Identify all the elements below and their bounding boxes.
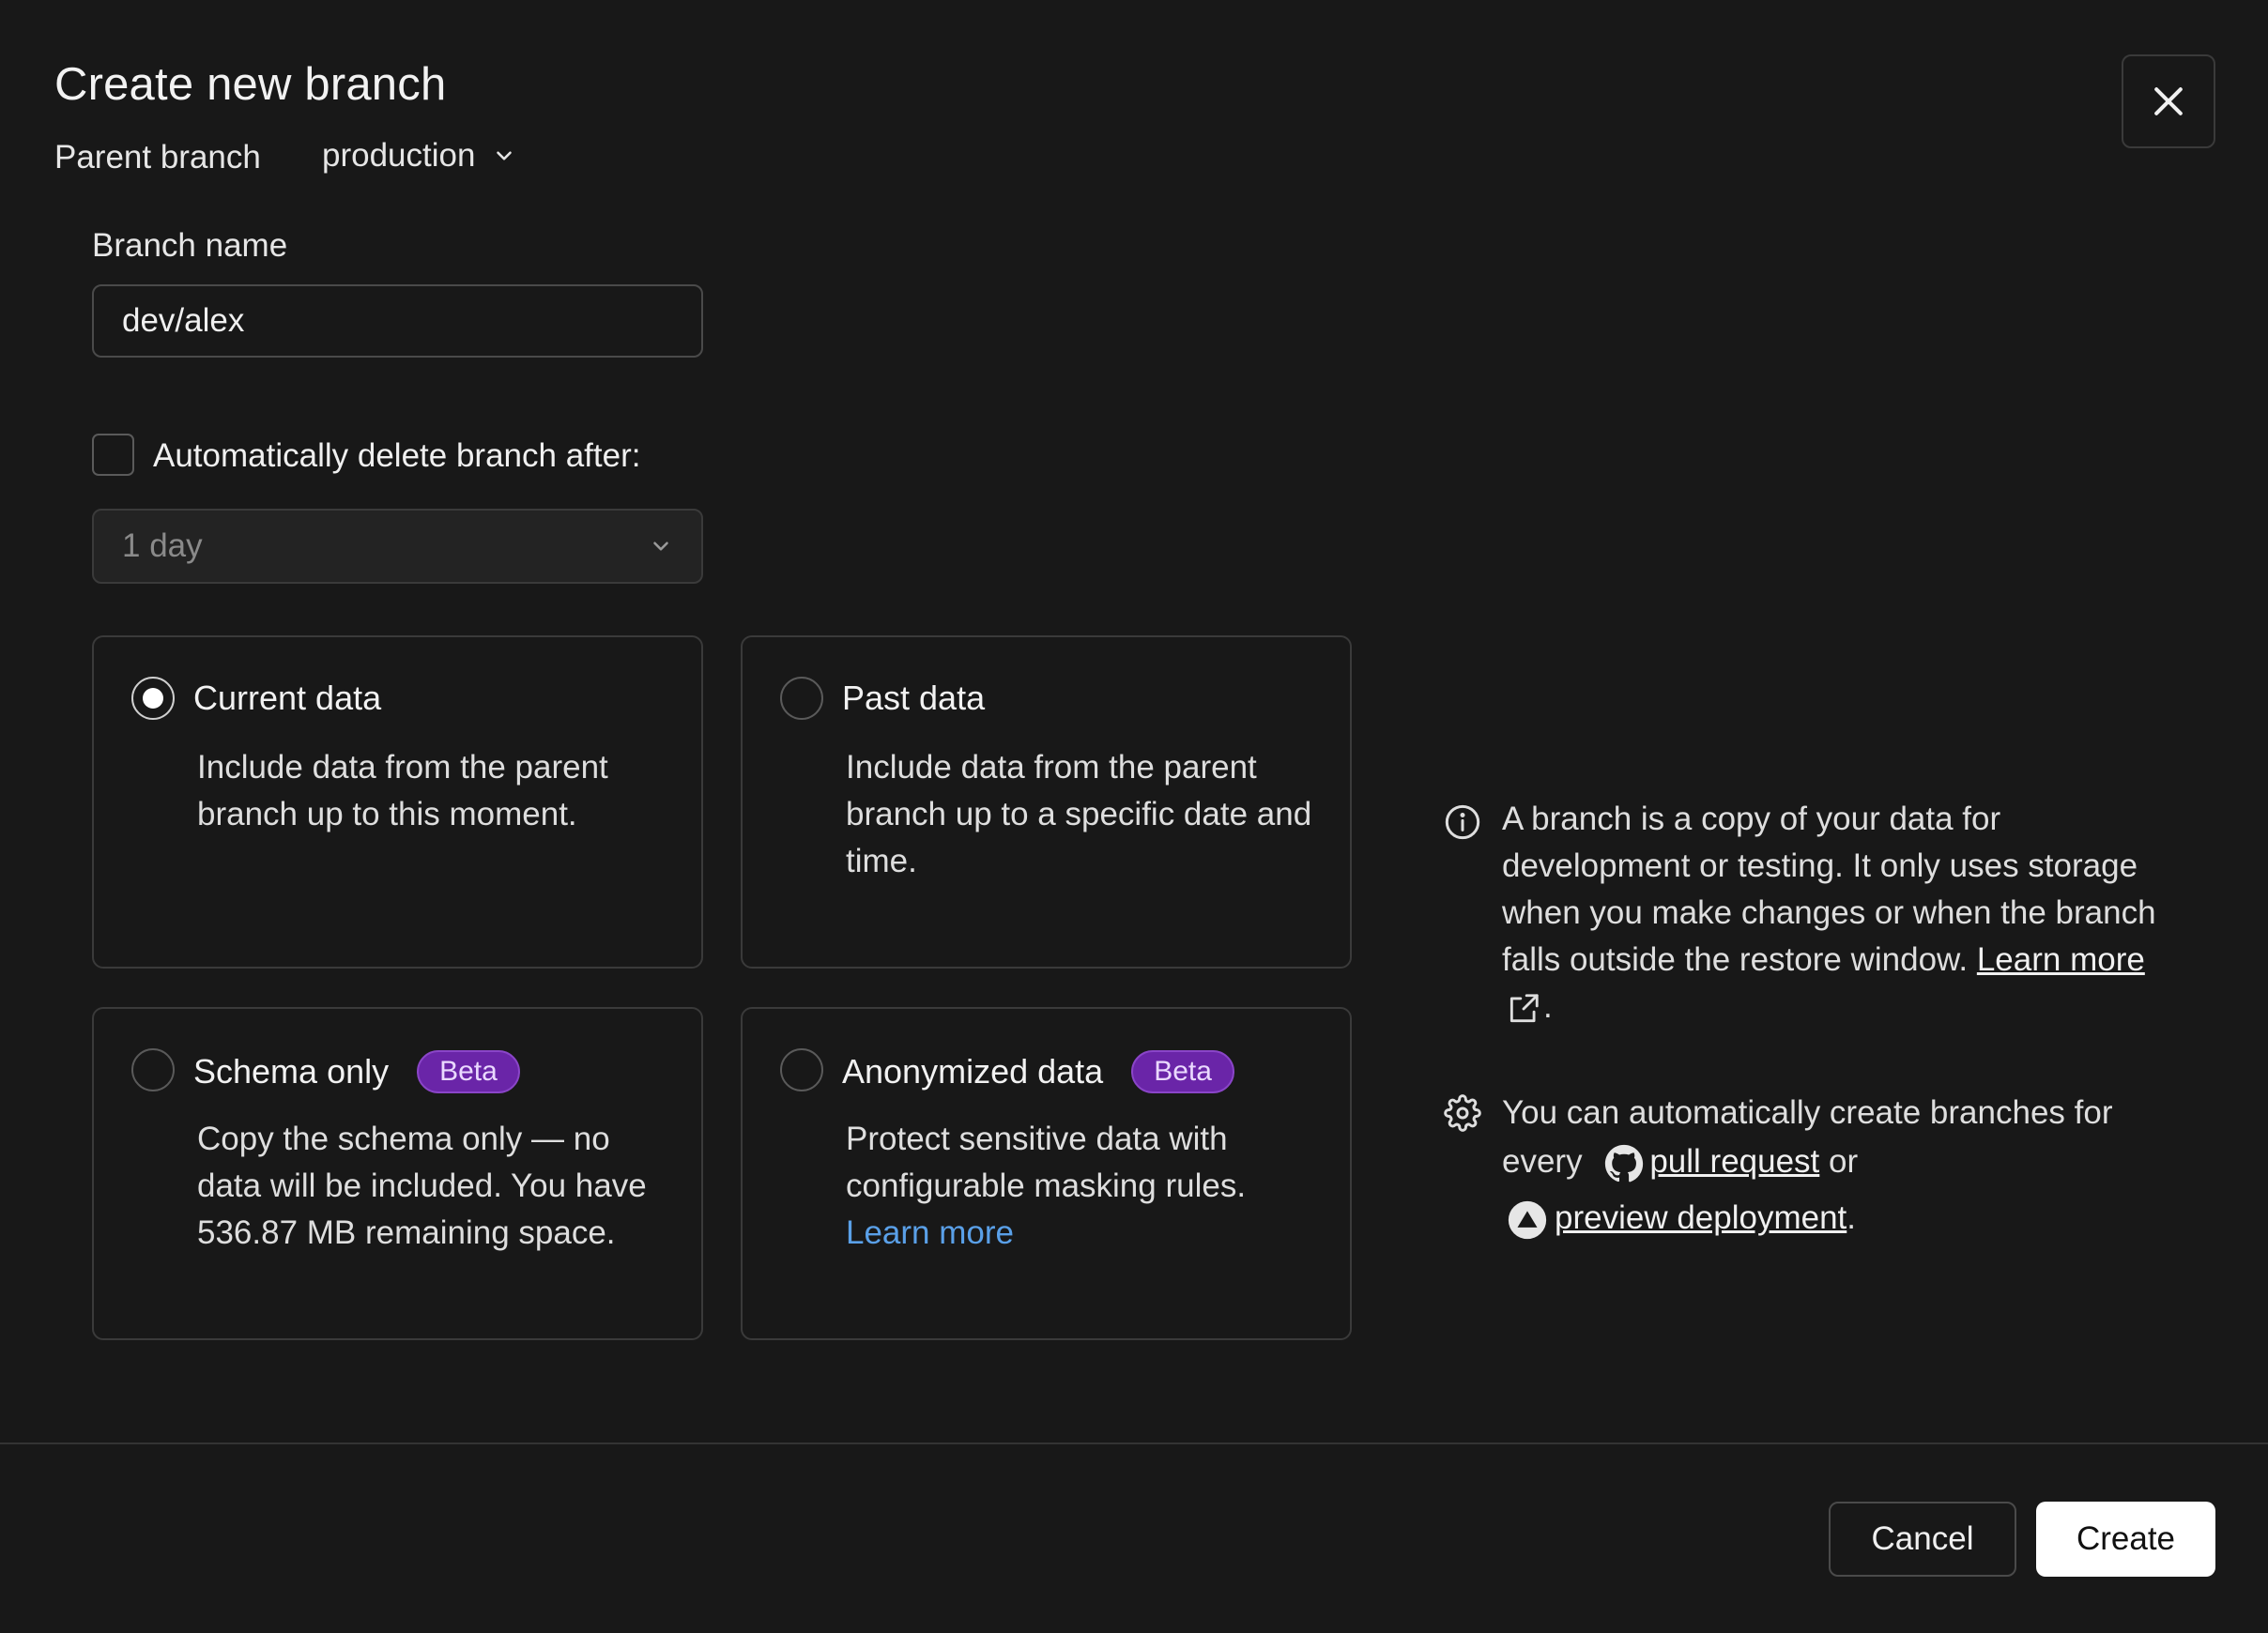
parent-branch-select[interactable]: production <box>322 137 516 175</box>
option-title: Schema only <box>193 1052 390 1091</box>
radio-schema-only[interactable] <box>131 1048 175 1091</box>
anonymized-learn-more-link[interactable]: Learn more <box>846 1214 1014 1251</box>
option-description: Protect sensitive data with configurable… <box>846 1121 1247 1204</box>
chevron-down-icon <box>653 542 668 551</box>
close-button[interactable] <box>2122 54 2215 148</box>
parent-branch-value: production <box>322 137 476 174</box>
chevron-down-icon <box>497 151 513 160</box>
create-button[interactable]: Create <box>2036 1502 2215 1577</box>
branch-info: A branch is a copy of your data for deve… <box>1444 796 2176 1030</box>
option-anonymized-data[interactable]: Anonymized data Beta Protect sensitive d… <box>741 1007 1352 1340</box>
external-link-icon <box>1509 994 1539 1022</box>
option-title: Anonymized data <box>842 1052 1104 1091</box>
option-current-data[interactable]: Current data Include data from the paren… <box>92 635 703 969</box>
option-past-data[interactable]: Past data Include data from the parent b… <box>741 635 1352 969</box>
auto-delete-label: Automatically delete branch after: <box>153 437 641 474</box>
option-description: Copy the schema only — no data will be i… <box>197 1121 647 1251</box>
beta-badge: Beta <box>417 1050 520 1093</box>
cancel-button[interactable]: Cancel <box>1829 1502 2016 1577</box>
close-icon <box>2154 87 2183 115</box>
gear-icon <box>1444 1094 1481 1132</box>
pull-request-link[interactable]: pull request <box>1649 1143 1819 1180</box>
info-icon <box>1445 804 1480 840</box>
automation-info: You can automatically create branches fo… <box>1444 1089 2176 1243</box>
beta-badge: Beta <box>1131 1050 1234 1093</box>
radio-past-data[interactable] <box>780 677 823 720</box>
footer-divider <box>0 1442 2268 1444</box>
preview-deployment-link[interactable]: preview deployment <box>1555 1199 1847 1236</box>
auto-delete-checkbox[interactable] <box>92 434 134 476</box>
branch-name-label: Branch name <box>92 227 288 264</box>
radio-anonymized-data[interactable] <box>780 1048 823 1091</box>
duration-value: 1 day <box>122 527 203 564</box>
vercel-icon <box>1508 1200 1547 1239</box>
radio-current-data[interactable] <box>131 677 175 720</box>
learn-more-link[interactable]: Learn more <box>1977 941 2145 978</box>
dialog-title: Create new branch <box>54 59 447 110</box>
branch-name-input[interactable] <box>92 284 703 358</box>
option-title: Current data <box>193 679 382 717</box>
parent-branch-label: Parent branch <box>54 139 261 176</box>
github-icon <box>1605 1144 1644 1183</box>
option-description: Include data from the parent branch up t… <box>197 749 608 832</box>
option-schema-only[interactable]: Schema only Beta Copy the schema only — … <box>92 1007 703 1340</box>
auto-delete-duration-select[interactable]: 1 day <box>92 509 703 584</box>
option-description: Include data from the parent branch up t… <box>846 749 1312 879</box>
option-title: Past data <box>842 679 986 717</box>
